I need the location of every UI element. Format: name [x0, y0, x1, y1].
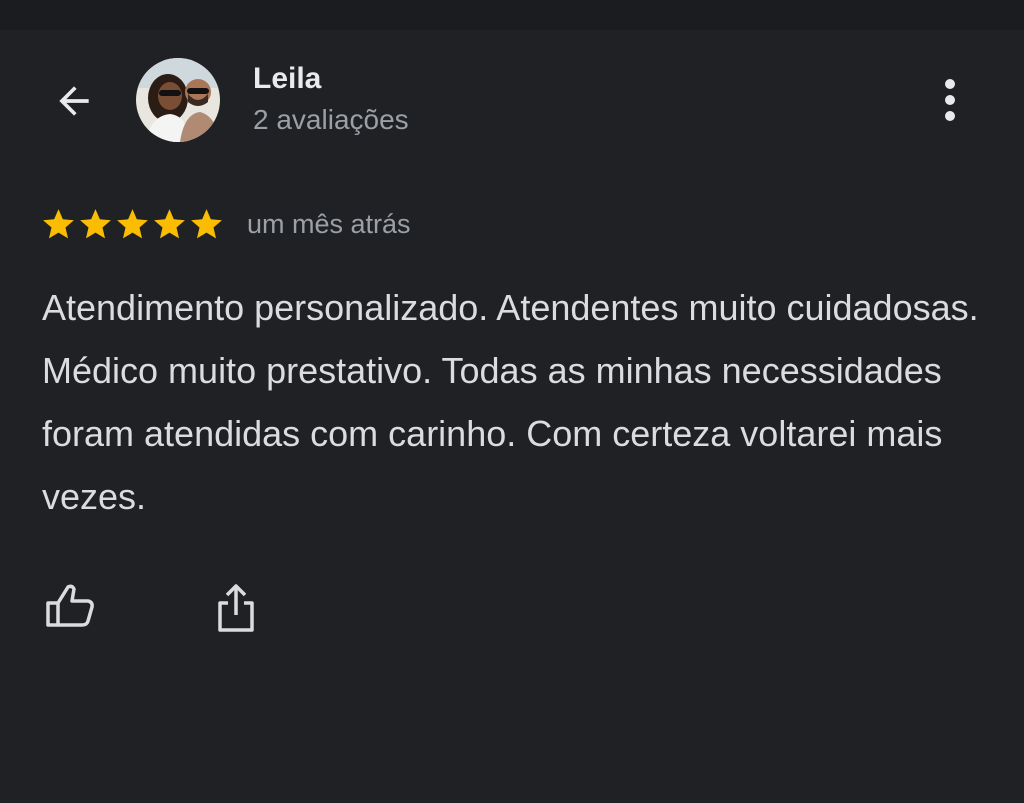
star-icon	[43, 208, 74, 238]
share-button[interactable]	[208, 578, 264, 638]
share-icon	[218, 584, 254, 632]
star-icon	[191, 208, 222, 238]
arrow-left-icon	[59, 86, 89, 116]
like-button[interactable]	[40, 578, 100, 634]
thumbs-up-icon	[46, 584, 94, 627]
review-text: Atendimento personalizado. Atendentes mu…	[42, 287, 979, 517]
more-vertical-icon	[945, 79, 955, 121]
star-rating	[40, 206, 225, 243]
more-options-button[interactable]	[930, 74, 970, 126]
avatar[interactable]	[136, 58, 220, 142]
avatar-photo	[136, 58, 220, 142]
review-screen: Leila 2 avaliações um mês atrás Atendime…	[0, 0, 1024, 803]
review-count: 2 avaliações	[253, 104, 409, 135]
back-button[interactable]	[46, 73, 102, 129]
star-icon	[117, 208, 148, 238]
star-icon	[154, 208, 185, 238]
star-icon	[80, 208, 111, 238]
rating-row: um mês atrás	[40, 204, 411, 244]
status-bar	[0, 0, 1024, 30]
review-time: um mês atrás	[247, 208, 411, 239]
reviewer-name[interactable]: Leila	[253, 62, 321, 96]
